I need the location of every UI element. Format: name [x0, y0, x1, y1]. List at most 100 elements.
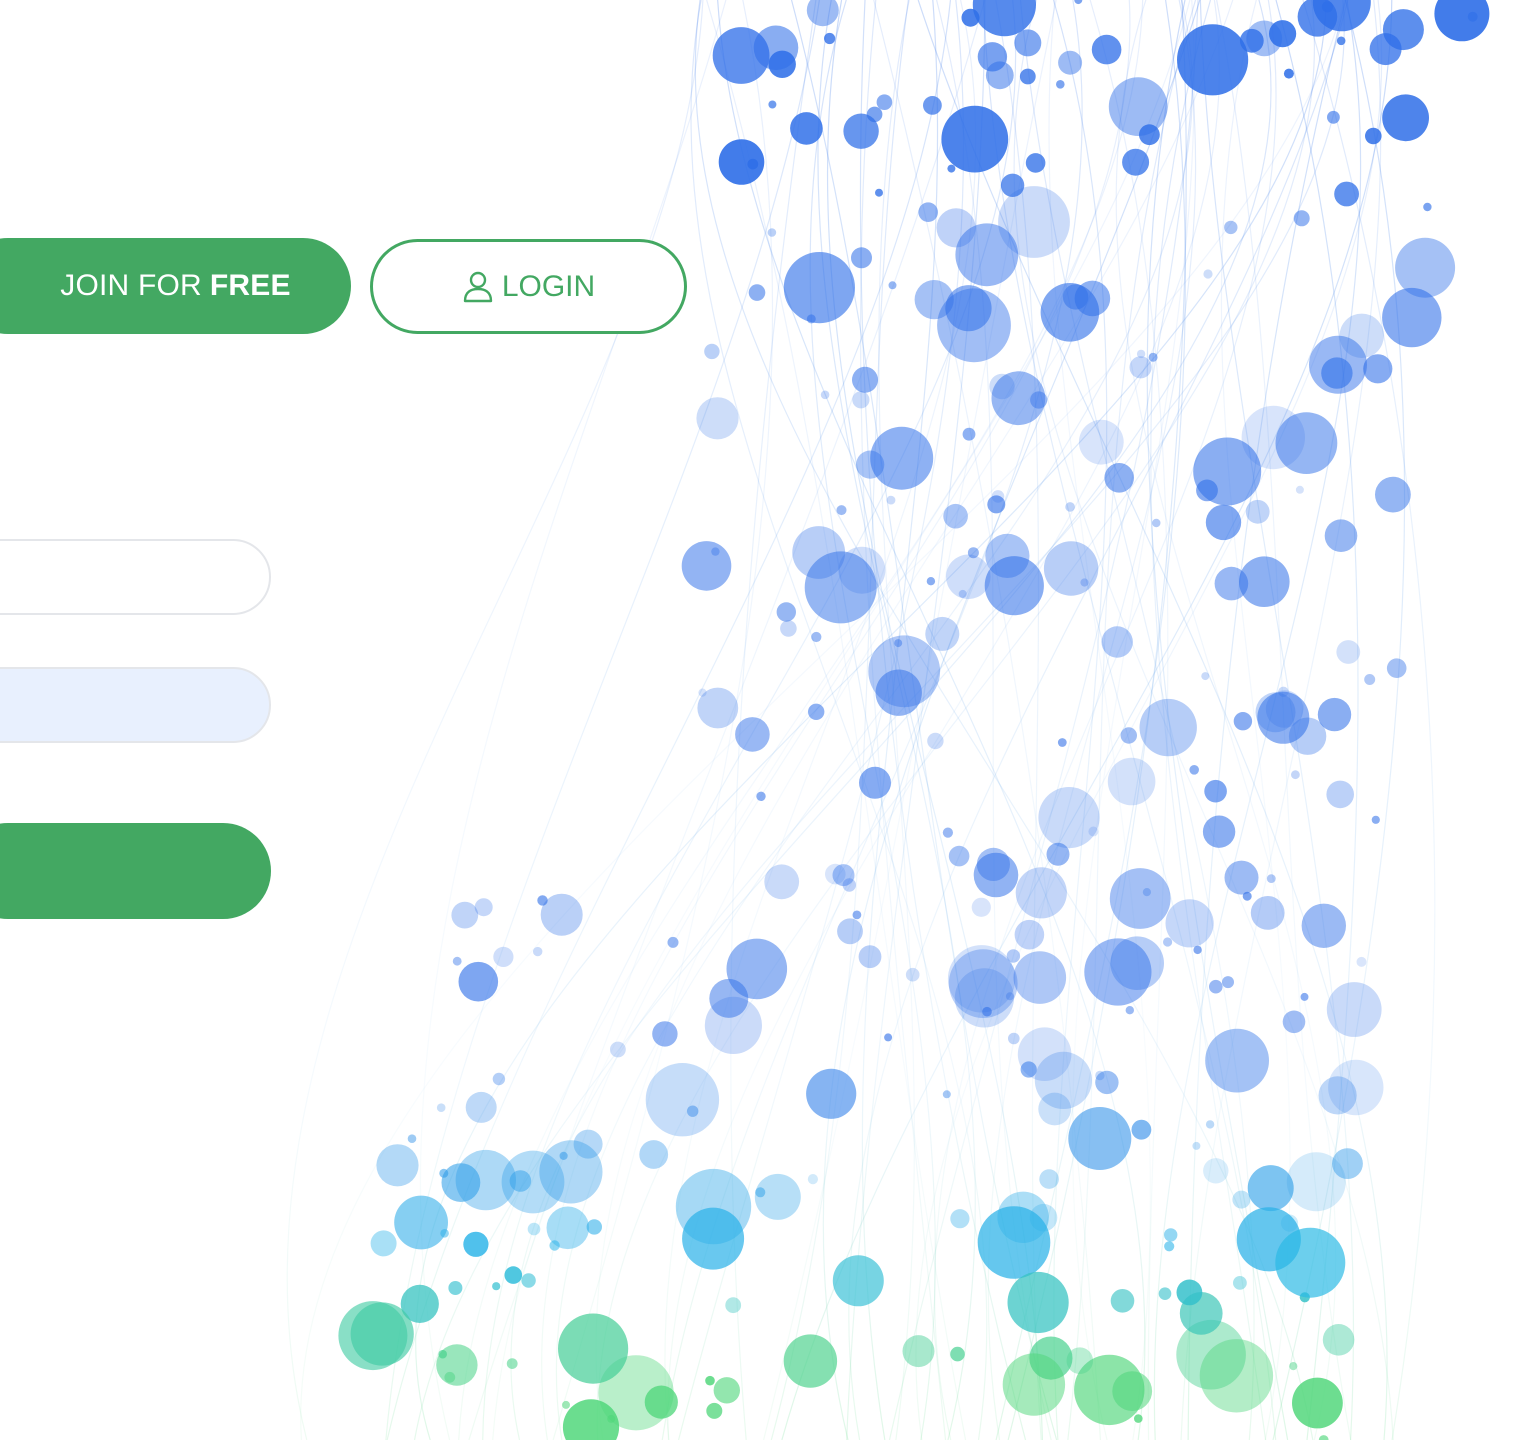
network-bubble	[1134, 1414, 1143, 1423]
network-bubble	[1142, 888, 1151, 897]
network-bubble	[1192, 1141, 1201, 1150]
network-bubble	[1201, 672, 1210, 681]
network-bubble	[942, 1090, 951, 1099]
network-bubble	[806, 1068, 857, 1119]
network-bubble	[682, 1207, 745, 1270]
network-bubble	[521, 1273, 536, 1288]
network-bubble	[1148, 352, 1158, 362]
network-bubble	[1300, 992, 1309, 1001]
username-input[interactable]	[0, 539, 271, 615]
network-bubble	[1293, 210, 1310, 227]
network-bubble	[1246, 20, 1283, 57]
network-bubble	[947, 164, 956, 173]
network-bubble	[1104, 463, 1134, 493]
network-bubble	[1043, 541, 1099, 596]
network-bubble	[1233, 712, 1253, 731]
network-bubble	[756, 791, 766, 801]
password-input[interactable]	[0, 667, 271, 743]
login-button[interactable]: LOGIN	[370, 239, 687, 334]
network-bubble	[780, 620, 797, 637]
network-bubble	[1014, 29, 1042, 57]
network-bubble	[667, 936, 679, 948]
network-bubble	[764, 864, 800, 900]
network-bubble	[370, 1230, 397, 1257]
network-bubble	[811, 631, 822, 643]
network-bubble	[859, 766, 891, 799]
network-bubble	[1336, 36, 1346, 46]
network-bubble	[950, 1209, 970, 1229]
network-bubble	[1039, 1169, 1059, 1189]
network-bubble	[858, 945, 882, 969]
network-bubble	[942, 827, 954, 838]
network-bubble	[1131, 1119, 1152, 1140]
network-bubble	[1108, 77, 1168, 136]
network-bubble	[962, 427, 976, 441]
network-bubble	[455, 1149, 516, 1211]
network-bubble	[989, 373, 1015, 400]
network-bubble	[1112, 1371, 1153, 1411]
network-bubble	[748, 284, 766, 301]
network-bubble	[492, 1282, 501, 1291]
network-bubble	[1205, 1120, 1215, 1129]
submit-button[interactable]	[0, 823, 271, 919]
network-bubble	[1224, 860, 1259, 895]
network-bubble	[1015, 867, 1067, 919]
network-bubble	[436, 1103, 446, 1112]
network-bubble	[1203, 1158, 1229, 1184]
network-bubble	[1324, 519, 1358, 552]
network-bubble	[888, 281, 897, 290]
network-bubble	[1332, 1148, 1363, 1179]
network-bubble	[902, 1335, 935, 1368]
network-bubble	[1095, 1070, 1105, 1081]
network-bubble	[1109, 868, 1171, 929]
network-bubble	[927, 732, 944, 750]
network-bubble	[492, 1072, 506, 1086]
user-icon	[462, 270, 494, 304]
network-bubble	[1283, 68, 1294, 79]
network-bubble	[1364, 674, 1376, 685]
network-bubble	[1020, 1061, 1037, 1078]
network-bubble	[977, 42, 1008, 72]
network-bubble	[540, 893, 583, 936]
network-bubble	[954, 968, 1015, 1028]
network-bubble	[1110, 1289, 1135, 1313]
network-bubble	[945, 285, 992, 332]
network-bubble	[856, 450, 885, 479]
network-bubble	[768, 50, 796, 78]
network-bubble	[1038, 787, 1100, 849]
network-bubbles	[338, 0, 1490, 1440]
network-bubble	[1327, 110, 1340, 124]
network-bubble	[504, 1266, 523, 1284]
network-bubble	[1158, 1287, 1172, 1300]
network-bubble	[448, 1281, 463, 1295]
join-for-free-button[interactable]: JOIN FOR FREE	[0, 238, 351, 334]
network-bubble	[918, 202, 938, 222]
network-bubble	[1091, 34, 1122, 65]
network-bubble	[1057, 738, 1067, 747]
network-bubble	[1025, 153, 1046, 173]
network-bubble	[1013, 951, 1067, 1004]
network-bubble	[1139, 698, 1197, 757]
network-bubble	[1363, 354, 1393, 384]
network-bubble	[1008, 1032, 1020, 1045]
network-bubble	[697, 687, 739, 729]
network-bubble	[451, 901, 479, 929]
network-bubble	[350, 1302, 414, 1366]
network-bubble	[1280, 1214, 1299, 1232]
network-bubble	[1202, 815, 1236, 848]
network-bubble	[1006, 949, 1021, 963]
network-bubble	[1322, 1324, 1355, 1356]
network-bubble	[1326, 780, 1354, 809]
network-bubble	[1058, 50, 1083, 75]
network-bubble	[783, 252, 856, 324]
network-bubble	[506, 1358, 518, 1369]
network-bubble	[1007, 1271, 1069, 1334]
network-bubble	[1165, 899, 1214, 948]
network-bubble	[837, 918, 863, 945]
network-bubble	[1232, 1190, 1251, 1209]
network-bubble	[832, 1255, 884, 1307]
network-bubble	[783, 1334, 838, 1388]
network-bubble	[1356, 956, 1367, 967]
network-bubble	[1365, 127, 1382, 145]
network-bubble	[807, 1174, 819, 1185]
